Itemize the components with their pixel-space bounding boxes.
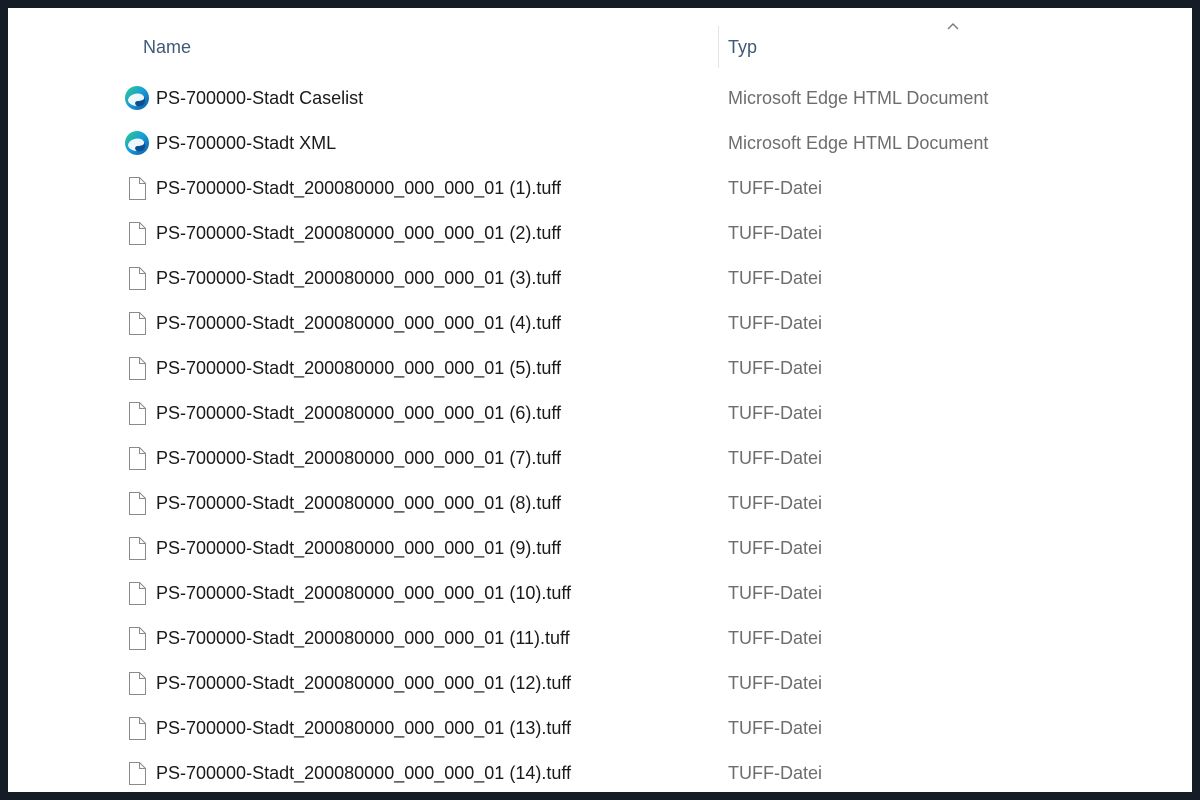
file-row[interactable]: PS-700000-Stadt_200080000_000_000_01 (1)… (8, 166, 1192, 211)
file-type: TUFF-Datei (728, 178, 822, 198)
file-row[interactable]: PS-700000-Stadt_200080000_000_000_01 (4)… (8, 301, 1192, 346)
column-header-name[interactable]: Name (143, 36, 191, 58)
file-icon (129, 717, 146, 740)
file-row[interactable]: PS-700000-Stadt_200080000_000_000_01 (10… (8, 571, 1192, 616)
column-divider[interactable] (718, 26, 719, 68)
file-icon (129, 177, 146, 200)
file-name: PS-700000-Stadt_200080000_000_000_01 (2)… (156, 223, 562, 243)
file-name: PS-700000-Stadt_200080000_000_000_01 (10… (156, 583, 572, 603)
file-row[interactable]: PS-700000-Stadt_200080000_000_000_01 (6)… (8, 391, 1192, 436)
file-type: TUFF-Datei (728, 673, 822, 693)
file-name: PS-700000-Stadt_200080000_000_000_01 (3)… (156, 268, 562, 288)
file-name: PS-700000-Stadt_200080000_000_000_01 (9)… (156, 538, 562, 558)
file-icon (129, 447, 146, 470)
file-row[interactable]: PS-700000-Stadt_200080000_000_000_01 (11… (8, 616, 1192, 661)
file-type: TUFF-Datei (728, 448, 822, 468)
file-row[interactable]: PS-700000-Stadt_200080000_000_000_01 (14… (8, 751, 1192, 792)
file-name: PS-700000-Stadt Caselist (156, 88, 364, 108)
file-name: PS-700000-Stadt_200080000_000_000_01 (13… (156, 718, 572, 738)
file-type: TUFF-Datei (728, 403, 822, 423)
file-name: PS-700000-Stadt XML (156, 133, 337, 153)
file-icon (129, 537, 146, 560)
file-icon (129, 312, 146, 335)
file-name: PS-700000-Stadt_200080000_000_000_01 (1)… (156, 178, 562, 198)
file-type: TUFF-Datei (728, 268, 822, 288)
file-type: TUFF-Datei (728, 718, 822, 738)
file-name: PS-700000-Stadt_200080000_000_000_01 (5)… (156, 358, 562, 378)
file-type: TUFF-Datei (728, 358, 822, 378)
file-type: Microsoft Edge HTML Document (728, 88, 989, 108)
file-explorer-list: Name Typ PS-700000-Stadt Caselist Microso… (8, 8, 1192, 792)
file-icon (129, 672, 146, 695)
file-icon (129, 267, 146, 290)
file-row[interactable]: PS-700000-Stadt_200080000_000_000_01 (7)… (8, 436, 1192, 481)
file-icon (129, 492, 146, 515)
column-header-type[interactable]: Typ (728, 36, 757, 58)
column-header-bar: Name Typ (8, 8, 1192, 74)
file-row[interactable]: PS-700000-Stadt_200080000_000_000_01 (2)… (8, 211, 1192, 256)
file-name: PS-700000-Stadt_200080000_000_000_01 (11… (156, 628, 570, 648)
file-type: TUFF-Datei (728, 763, 822, 783)
file-row[interactable]: PS-700000-Stadt_200080000_000_000_01 (8)… (8, 481, 1192, 526)
file-name: PS-700000-Stadt_200080000_000_000_01 (14… (156, 763, 572, 783)
file-type: TUFF-Datei (728, 583, 822, 603)
file-type: TUFF-Datei (728, 628, 822, 648)
file-name: PS-700000-Stadt_200080000_000_000_01 (4)… (156, 313, 562, 333)
edge-icon (125, 131, 149, 155)
file-row[interactable]: PS-700000-Stadt Caselist Microsoft Edge H… (8, 76, 1192, 121)
file-name: PS-700000-Stadt_200080000_000_000_01 (7)… (156, 448, 562, 468)
file-row[interactable]: PS-700000-Stadt_200080000_000_000_01 (5)… (8, 346, 1192, 391)
file-row[interactable]: PS-700000-Stadt_200080000_000_000_01 (9)… (8, 526, 1192, 571)
file-row[interactable]: PS-700000-Stadt_200080000_000_000_01 (12… (8, 661, 1192, 706)
file-row[interactable]: PS-700000-Stadt_200080000_000_000_01 (13… (8, 706, 1192, 751)
file-icon (129, 357, 146, 380)
file-icon (129, 402, 146, 425)
file-name: PS-700000-Stadt_200080000_000_000_01 (12… (156, 673, 572, 693)
file-type: Microsoft Edge HTML Document (728, 133, 989, 153)
file-name: PS-700000-Stadt_200080000_000_000_01 (8)… (156, 493, 562, 513)
file-list: PS-700000-Stadt Caselist Microsoft Edge H… (8, 76, 1192, 792)
file-type: TUFF-Datei (728, 493, 822, 513)
file-type: TUFF-Datei (728, 223, 822, 243)
file-icon (129, 222, 146, 245)
file-row[interactable]: PS-700000-Stadt_200080000_000_000_01 (3)… (8, 256, 1192, 301)
file-row[interactable]: PS-700000-Stadt XML Microsoft Edge HTML D… (8, 121, 1192, 166)
file-icon (129, 627, 146, 650)
edge-icon (125, 86, 149, 110)
file-type: TUFF-Datei (728, 313, 822, 333)
file-name: PS-700000-Stadt_200080000_000_000_01 (6)… (156, 403, 562, 423)
file-type: TUFF-Datei (728, 538, 822, 558)
chevron-up-icon[interactable] (946, 22, 960, 32)
file-icon (129, 762, 146, 785)
file-icon (129, 582, 146, 605)
